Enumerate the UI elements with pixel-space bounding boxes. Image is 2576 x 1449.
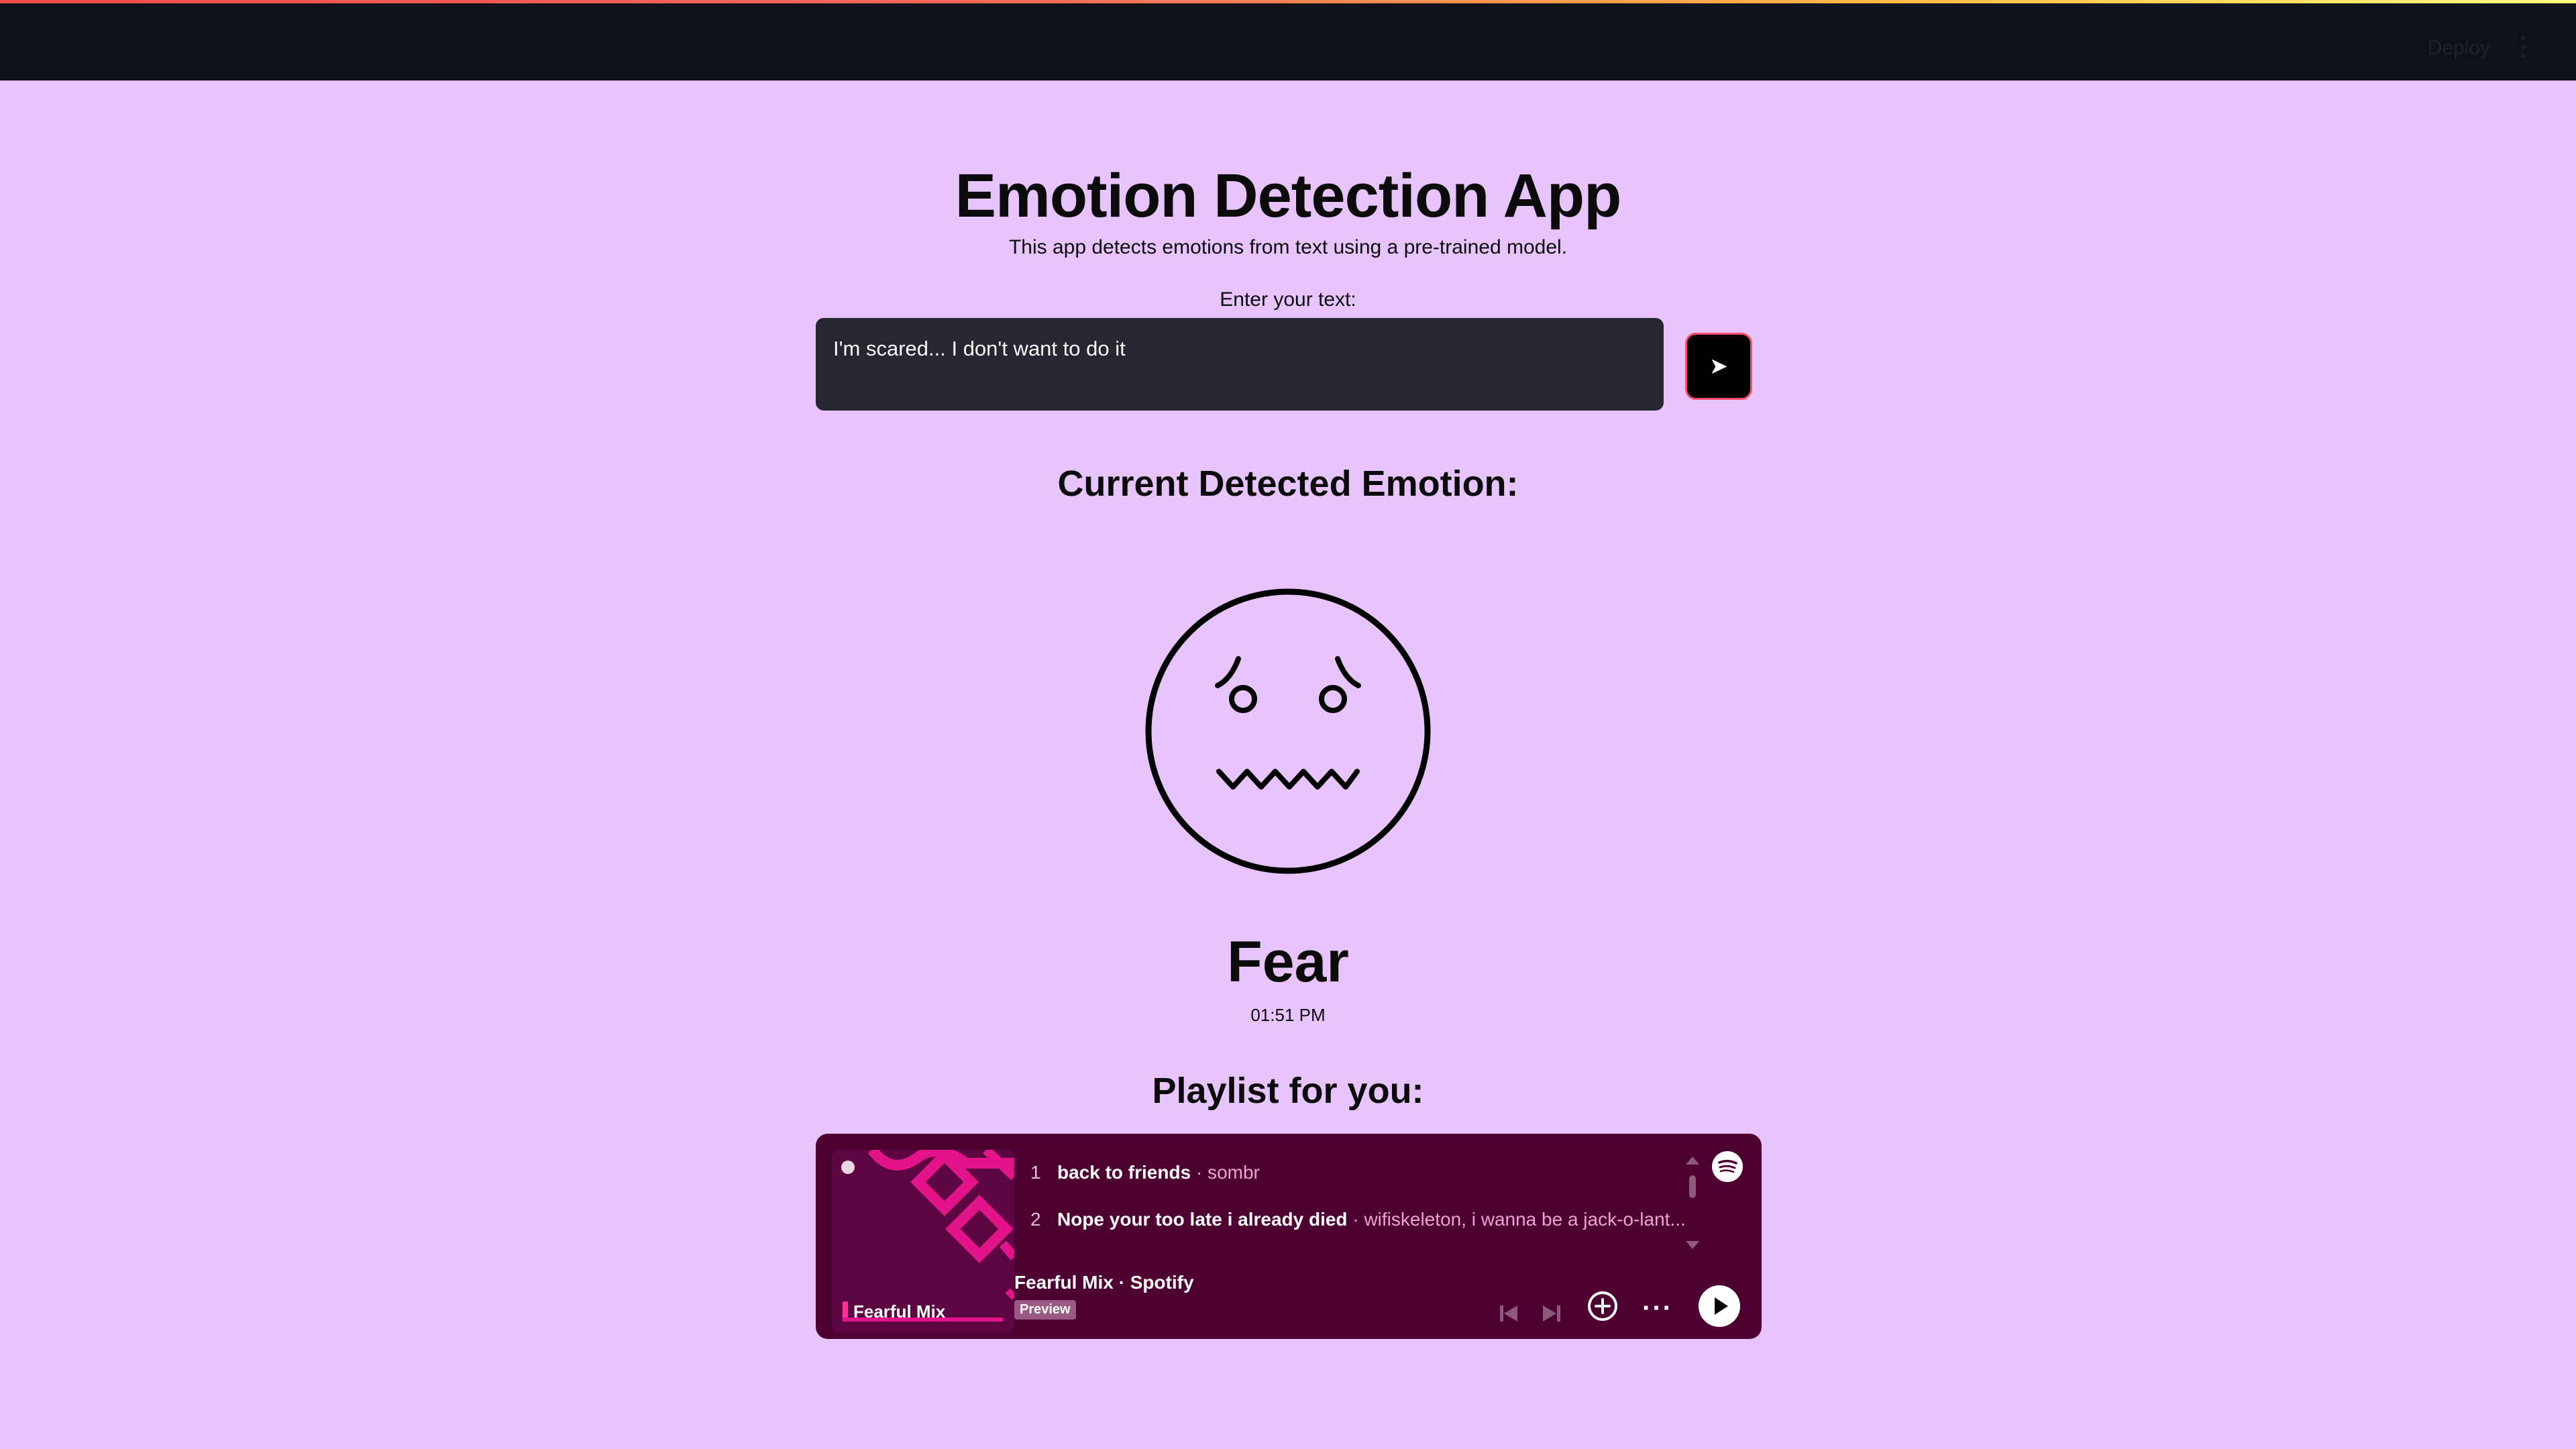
fearful-face-icon — [1145, 588, 1431, 874]
more-options-icon[interactable]: ··· — [1642, 1293, 1673, 1324]
playlist-name[interactable]: Fearful Mix · Spotify — [1014, 1272, 1194, 1293]
tracklist-scrollbar[interactable] — [1689, 1175, 1696, 1198]
play-icon[interactable] — [1699, 1285, 1740, 1327]
app-header: Deploy — [0, 3, 2576, 80]
track-separator: · — [1347, 1209, 1364, 1230]
spotify-logo-icon[interactable] — [1712, 1151, 1743, 1182]
text-input-label: Enter your text: — [1220, 288, 1356, 311]
track-name: Nope your too late i already died — [1057, 1209, 1348, 1230]
track-artist[interactable]: sombr — [1208, 1162, 1260, 1183]
track-number: 2 — [1030, 1209, 1041, 1230]
track-number: 1 — [1030, 1162, 1041, 1183]
deploy-button[interactable]: Deploy — [2428, 37, 2490, 60]
track-name: back to friends — [1057, 1162, 1191, 1183]
page-subtitle: This app detects emotions from text usin… — [1008, 236, 1568, 258]
add-to-library-icon[interactable] — [1586, 1289, 1619, 1323]
detected-emotion: Fear — [1227, 930, 1349, 994]
scroll-down-icon[interactable] — [1686, 1241, 1699, 1249]
preview-badge: Preview — [1014, 1300, 1076, 1320]
spotify-mini-icon — [841, 1161, 855, 1174]
cover-underline — [843, 1318, 1004, 1322]
next-track-icon[interactable] — [1540, 1301, 1563, 1324]
track-row[interactable]: 2 Nope your too late i already died · wi… — [1030, 1199, 1686, 1240]
text-input[interactable]: I'm scared... I don't want to do it — [816, 318, 1664, 411]
track-separator: · — [1191, 1162, 1208, 1183]
send-button[interactable]: ➤ — [1685, 333, 1752, 400]
track-artist[interactable]: wifiskeleton, i wanna be a jack-o-lant..… — [1364, 1209, 1685, 1230]
playlist-cover[interactable]: Fearful Mix — [832, 1150, 1014, 1332]
playlist-heading: Playlist for you: — [1152, 1071, 1424, 1111]
emotion-heading: Current Detected Emotion: — [1057, 464, 1519, 504]
scroll-up-icon[interactable] — [1686, 1157, 1699, 1165]
track-row[interactable]: 1 back to friends · sombr — [1030, 1152, 1260, 1193]
page-title: Emotion Detection App — [955, 162, 1622, 230]
send-arrow-icon: ➤ — [1709, 354, 1729, 379]
kebab-menu-icon[interactable] — [2520, 36, 2526, 58]
detection-time: 01:51 PM — [1250, 1005, 1326, 1025]
previous-track-icon[interactable] — [1497, 1301, 1520, 1324]
